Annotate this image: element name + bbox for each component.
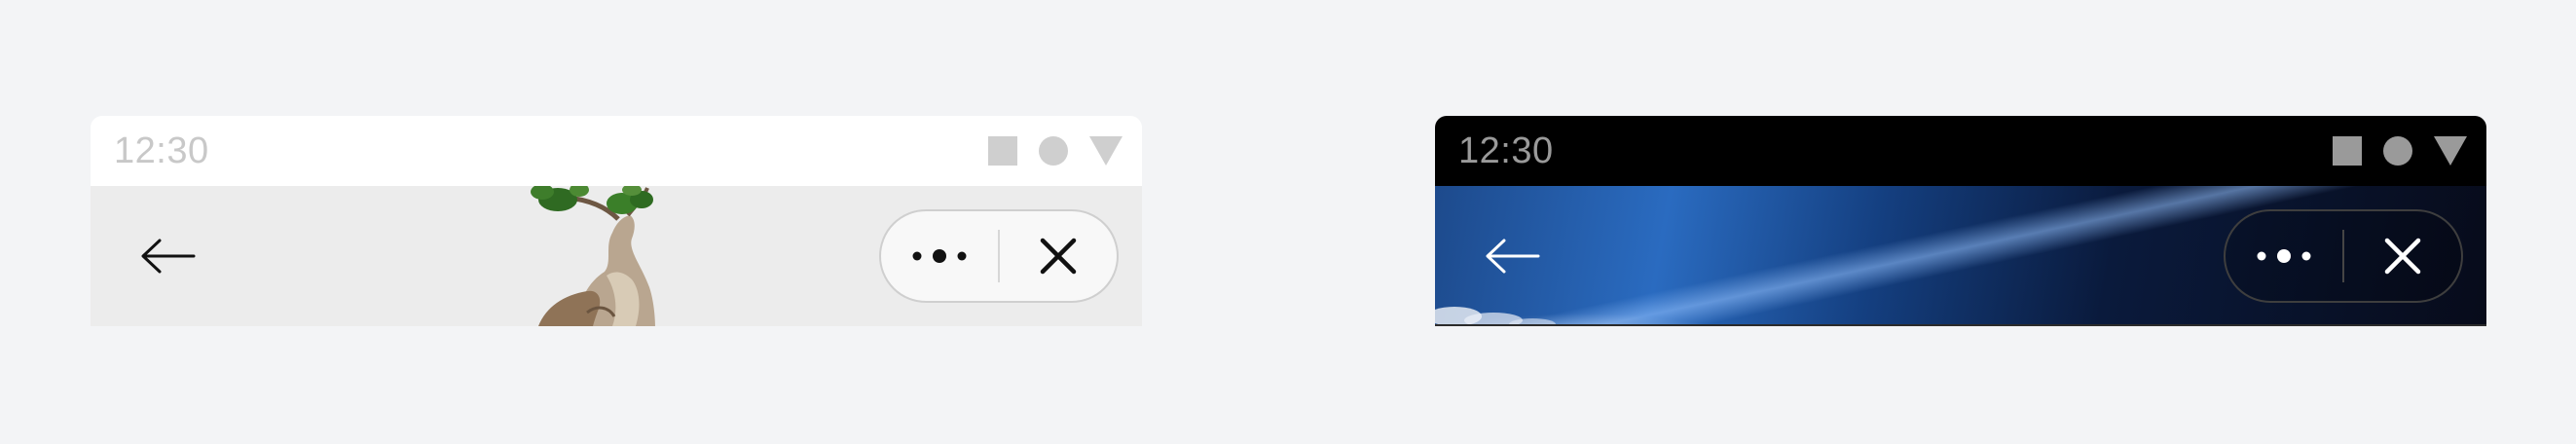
close-icon (1040, 238, 1077, 275)
earth-clouds-image (1435, 307, 1556, 326)
capsule-menu (2224, 209, 2463, 303)
navigation-bar (1435, 186, 2486, 326)
status-time: 12:30 (1458, 130, 1554, 171)
dark-variant-frame: 12:30 (1435, 116, 2486, 326)
arrow-left-icon (1486, 239, 1540, 274)
back-button[interactable] (1482, 225, 1544, 287)
status-time: 12:30 (114, 130, 209, 171)
bonsai-background-image (531, 186, 655, 326)
square-icon (988, 136, 1017, 166)
square-icon (2333, 136, 2362, 166)
status-bar: 12:30 (1435, 116, 2486, 186)
close-button[interactable] (2344, 211, 2461, 301)
close-icon (2384, 238, 2421, 275)
arrow-left-icon (141, 239, 196, 274)
triangle-icon (2434, 136, 2467, 166)
system-icons (2333, 136, 2467, 166)
capsule-menu (879, 209, 1119, 303)
navigation-bar (91, 186, 1142, 326)
status-bar: 12:30 (91, 116, 1142, 186)
more-button[interactable] (881, 211, 998, 301)
circle-icon (1039, 136, 1068, 166)
back-button[interactable] (137, 225, 200, 287)
system-icons (988, 136, 1122, 166)
circle-icon (2383, 136, 2412, 166)
more-dots-icon (912, 249, 967, 263)
more-dots-icon (2257, 249, 2311, 263)
more-button[interactable] (2226, 211, 2342, 301)
close-button[interactable] (1000, 211, 1117, 301)
light-variant-frame: 12:30 (91, 116, 1142, 326)
triangle-icon (1089, 136, 1122, 166)
